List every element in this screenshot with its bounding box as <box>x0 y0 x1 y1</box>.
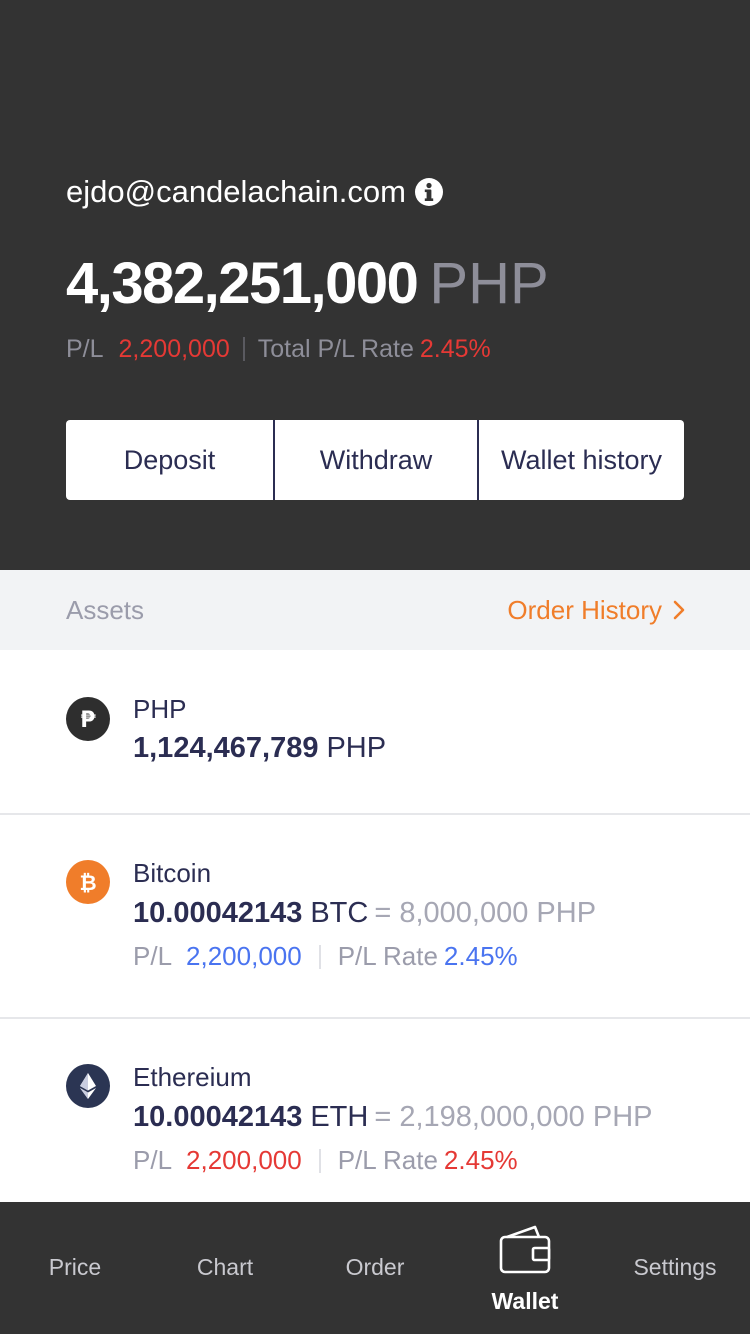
bitcoin-icon: ₿ <box>66 860 110 904</box>
asset-pl-row: P/L 2,200,000 P/L Rate 2.45% <box>133 941 518 972</box>
pl-label: P/L <box>66 334 104 363</box>
tab-label: Wallet <box>491 1288 559 1314</box>
pl-rate-value: 2.45% <box>443 1145 518 1175</box>
balance-currency: PHP <box>429 251 549 316</box>
tab-settings[interactable]: Settings <box>600 1202 750 1334</box>
asset-balance: 10.00042143 ETH = 2,198,000,000 PHP <box>133 1101 652 1134</box>
asset-amount: 1,124,467,789 <box>133 732 319 764</box>
total-rate-label: Total P/L Rate <box>257 334 414 363</box>
tab-chart[interactable]: Chart <box>150 1202 300 1334</box>
asset-row-bitcoin[interactable]: ₿ Bitcoin 10.00042143 BTC = 8,000,000 PHP … <box>0 815 750 1019</box>
wallet-history-button[interactable]: Wallet history <box>477 420 684 500</box>
account-row: ejdo@candelachain.com <box>66 170 443 214</box>
pl-label: P/L <box>133 941 173 971</box>
pl-rate-value: 2.45% <box>443 941 518 971</box>
tab-order[interactable]: Order <box>300 1202 450 1334</box>
pl-divider <box>318 1148 321 1173</box>
withdraw-button[interactable]: Withdraw <box>273 420 477 500</box>
order-history-label: Order History <box>507 594 662 625</box>
asset-name: PHP <box>133 694 187 724</box>
asset-row-ethereum[interactable]: Ethereium 10.00042143 ETH = 2,198,000,000 … <box>0 1019 750 1202</box>
asset-amount: 10.00042143 <box>133 1101 303 1133</box>
svg-text:₱: ₱ <box>80 708 96 733</box>
asset-unit: ETH <box>310 1101 369 1133</box>
tab-label: Chart <box>196 1254 254 1280</box>
wallet-actions: Deposit Withdraw Wallet history <box>66 420 684 500</box>
wallet-icon <box>499 1225 551 1274</box>
bottom-tab-bar: Price Chart Order Wallet Settings <box>0 1202 750 1334</box>
total-pl-row: P/L 2,200,000 Total P/L Rate 2.45% <box>66 332 491 366</box>
chevron-right-icon <box>673 600 685 620</box>
asset-amount: 10.00042143 <box>133 897 303 929</box>
deposit-button[interactable]: Deposit <box>66 420 273 500</box>
info-icon[interactable] <box>414 178 443 206</box>
account-email: ejdo@candelachain.com <box>66 174 406 209</box>
asset-php-equivalent: = 8,000,000 PHP <box>374 897 597 929</box>
pl-value: 2,200,000 <box>186 941 302 971</box>
tab-wallet[interactable]: Wallet <box>450 1202 600 1334</box>
asset-name: Bitcoin <box>133 858 212 888</box>
pl-label: P/L <box>133 1145 173 1175</box>
asset-name: Ethereium <box>133 1062 252 1092</box>
total-rate-value: 2.45% <box>419 334 491 363</box>
assets-title: Assets <box>66 594 145 625</box>
pl-rate-label: P/L Rate <box>337 941 438 971</box>
asset-row-php[interactable]: ₱ PHP 1,124,467,789 PHP <box>0 650 750 815</box>
asset-unit: PHP <box>326 732 387 764</box>
account-summary-header: ejdo@candelachain.com 4,382,251,000 PHP … <box>0 0 750 570</box>
pl-rate-label: P/L Rate <box>337 1145 438 1175</box>
pl-divider <box>318 944 321 969</box>
asset-pl-row: P/L 2,200,000 P/L Rate 2.45% <box>133 1145 518 1176</box>
balance-amount: 4,382,251,000 <box>66 251 419 316</box>
pl-divider <box>242 337 245 361</box>
tab-label: Price <box>48 1254 102 1280</box>
svg-text:₿: ₿ <box>79 871 96 895</box>
asset-php-equivalent: = 2,198,000,000 PHP <box>374 1101 653 1133</box>
asset-balance: 10.00042143 BTC = 8,000,000 PHP <box>133 897 596 930</box>
tab-label: Settings <box>633 1254 717 1280</box>
pl-value: 2,200,000 <box>118 334 230 363</box>
asset-unit: BTC <box>310 897 369 929</box>
tab-price[interactable]: Price <box>0 1202 150 1334</box>
ethereum-icon <box>66 1064 110 1108</box>
pl-value: 2,200,000 <box>186 1145 302 1175</box>
peso-icon: ₱ <box>66 697 110 741</box>
total-balance: 4,382,251,000 PHP <box>66 250 549 330</box>
tab-label: Order <box>345 1254 405 1280</box>
asset-balance: 1,124,467,789 PHP <box>133 732 386 765</box>
order-history-link[interactable]: Order History <box>507 595 686 626</box>
assets-header: Assets Order History <box>0 570 750 650</box>
